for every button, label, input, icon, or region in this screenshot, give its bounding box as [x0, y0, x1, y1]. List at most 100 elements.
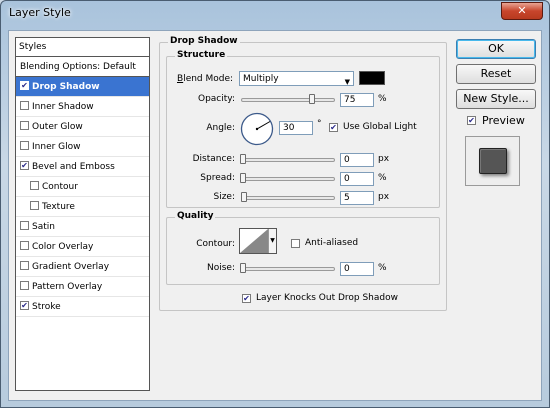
distance-unit: px	[378, 154, 390, 164]
style-item-label: Gradient Overlay	[32, 262, 110, 272]
noise-slider[interactable]	[241, 267, 335, 271]
style-item-label: Pattern Overlay	[32, 282, 103, 292]
preview-label: Preview	[482, 114, 525, 127]
opacity-unit: %	[378, 94, 387, 104]
contour-picker[interactable]: ▼	[239, 228, 277, 254]
style-item-label: Bevel and Emboss	[32, 162, 115, 172]
blend-mode-label: Blend Mode:	[177, 72, 233, 86]
layer-knocks-out-checkbox[interactable]: ✔	[242, 294, 251, 303]
chevron-down-icon: ▼	[344, 78, 350, 86]
noise-label: Noise:	[207, 263, 235, 273]
use-global-light-checkbox[interactable]: ✔	[329, 123, 338, 132]
size-label: Size:	[213, 192, 235, 202]
style-item-label: Inner Shadow	[32, 102, 94, 112]
style-item-label: Contour	[42, 182, 78, 192]
spread-slider-thumb[interactable]	[240, 173, 246, 183]
distance-slider[interactable]	[241, 158, 335, 162]
opacity-slider[interactable]	[241, 98, 335, 102]
style-item-label: Color Overlay	[32, 242, 94, 252]
preview-swatch	[479, 148, 507, 174]
opacity-input[interactable]: 75	[340, 93, 374, 107]
preview-thumbnail	[465, 136, 520, 186]
drop-shadow-title: Drop Shadow	[168, 36, 240, 46]
spread-slider[interactable]	[241, 177, 335, 181]
preview-checkbox[interactable]: ✔	[467, 116, 476, 125]
window-title: Layer Style	[9, 6, 71, 19]
style-item-label: Satin	[32, 222, 55, 232]
shadow-color-swatch[interactable]	[359, 71, 385, 85]
style-item-pattern-overlay[interactable]: Pattern Overlay	[16, 277, 149, 297]
structure-group: Structure Blend Mode: Multiply ▼ Opacity…	[166, 50, 440, 208]
use-global-light-label: Use Global Light	[343, 122, 417, 132]
style-checkbox[interactable]	[20, 261, 29, 270]
size-unit: px	[378, 192, 390, 202]
spread-label: Spread:	[200, 173, 235, 183]
style-checkbox[interactable]	[20, 221, 29, 230]
style-checkbox[interactable]: ✔	[20, 161, 29, 170]
style-item-inner-glow[interactable]: Inner Glow	[16, 137, 149, 157]
opacity-label: Opacity:	[198, 94, 235, 104]
styles-list: Styles Blending Options: Default ✔ Drop S…	[15, 37, 150, 391]
style-checkbox[interactable]: ✔	[20, 81, 29, 90]
style-checkbox[interactable]	[20, 101, 29, 110]
style-item-label: Outer Glow	[32, 122, 83, 132]
close-icon: ✕	[517, 4, 527, 17]
style-item-bevel-and-emboss[interactable]: ✔ Bevel and Emboss	[16, 157, 149, 177]
size-slider[interactable]	[241, 196, 335, 200]
distance-label: Distance:	[192, 154, 235, 164]
style-checkbox[interactable]	[30, 181, 39, 190]
style-checkbox[interactable]	[20, 281, 29, 290]
style-item-label: Inner Glow	[32, 142, 81, 152]
ok-button[interactable]: OK	[456, 39, 536, 59]
size-slider-thumb[interactable]	[241, 192, 247, 202]
spread-unit: %	[378, 173, 387, 183]
styles-header[interactable]: Styles	[16, 38, 149, 57]
style-item-color-overlay[interactable]: Color Overlay	[16, 237, 149, 257]
blend-mode-value: Multiply	[243, 74, 279, 84]
anti-aliased-checkbox[interactable]	[291, 239, 300, 248]
size-input[interactable]: 5	[340, 191, 374, 205]
style-checkbox[interactable]	[30, 201, 39, 210]
noise-slider-thumb[interactable]	[240, 263, 246, 273]
style-item-drop-shadow[interactable]: ✔ Drop Shadow	[16, 77, 149, 97]
angle-input[interactable]: 30	[279, 121, 313, 135]
blend-mode-text: Blend Mode:	[177, 74, 234, 84]
linear-contour-icon	[240, 229, 268, 253]
distance-input[interactable]: 0	[340, 153, 374, 167]
contour-label: Contour:	[196, 239, 235, 249]
spread-input[interactable]: 0	[340, 172, 374, 186]
style-checkbox[interactable]	[20, 121, 29, 130]
close-button[interactable]: ✕	[501, 2, 543, 20]
style-item-contour[interactable]: Contour	[16, 177, 149, 197]
opacity-slider-thumb[interactable]	[308, 94, 315, 104]
quality-group: Quality Contour: ▼ Anti-aliased Noise: 0…	[166, 211, 440, 285]
style-item-stroke[interactable]: ✔ Stroke	[16, 297, 149, 317]
blend-mode-label-rest: lend Mode:	[183, 74, 234, 84]
dialog-body: Styles Blending Options: Default ✔ Drop S…	[8, 30, 542, 401]
anti-aliased-label: Anti-aliased	[305, 238, 359, 248]
style-item-outer-glow[interactable]: Outer Glow	[16, 117, 149, 137]
structure-title: Structure	[175, 50, 228, 60]
style-item-gradient-overlay[interactable]: Gradient Overlay	[16, 257, 149, 277]
angle-dial[interactable]	[239, 111, 275, 147]
style-item-inner-shadow[interactable]: Inner Shadow	[16, 97, 149, 117]
contour-dropdown-toggle[interactable]: ▼	[268, 229, 276, 253]
style-checkbox[interactable]: ✔	[20, 301, 29, 310]
noise-input[interactable]: 0	[340, 262, 374, 276]
style-checkbox[interactable]	[20, 241, 29, 250]
layer-style-dialog: Layer Style ✕ Styles Blending Options: D…	[0, 0, 550, 408]
style-item-satin[interactable]: Satin	[16, 217, 149, 237]
style-checkbox[interactable]	[20, 141, 29, 150]
reset-button[interactable]: Reset	[456, 64, 536, 84]
angle-unit: °	[317, 119, 322, 129]
layer-knocks-out-label: Layer Knocks Out Drop Shadow	[256, 293, 398, 303]
angle-label: Angle:	[206, 123, 235, 133]
style-item-texture[interactable]: Texture	[16, 197, 149, 217]
new-style-button[interactable]: New Style...	[456, 89, 536, 109]
distance-slider-thumb[interactable]	[240, 154, 246, 164]
title-bar[interactable]: Layer Style ✕	[1, 1, 549, 25]
drop-shadow-group: Drop Shadow Structure Blend Mode: Multip…	[159, 36, 447, 311]
blending-options-item[interactable]: Blending Options: Default	[16, 57, 149, 77]
blend-mode-select[interactable]: Multiply ▼	[239, 71, 354, 86]
style-item-label: Stroke	[32, 302, 61, 312]
